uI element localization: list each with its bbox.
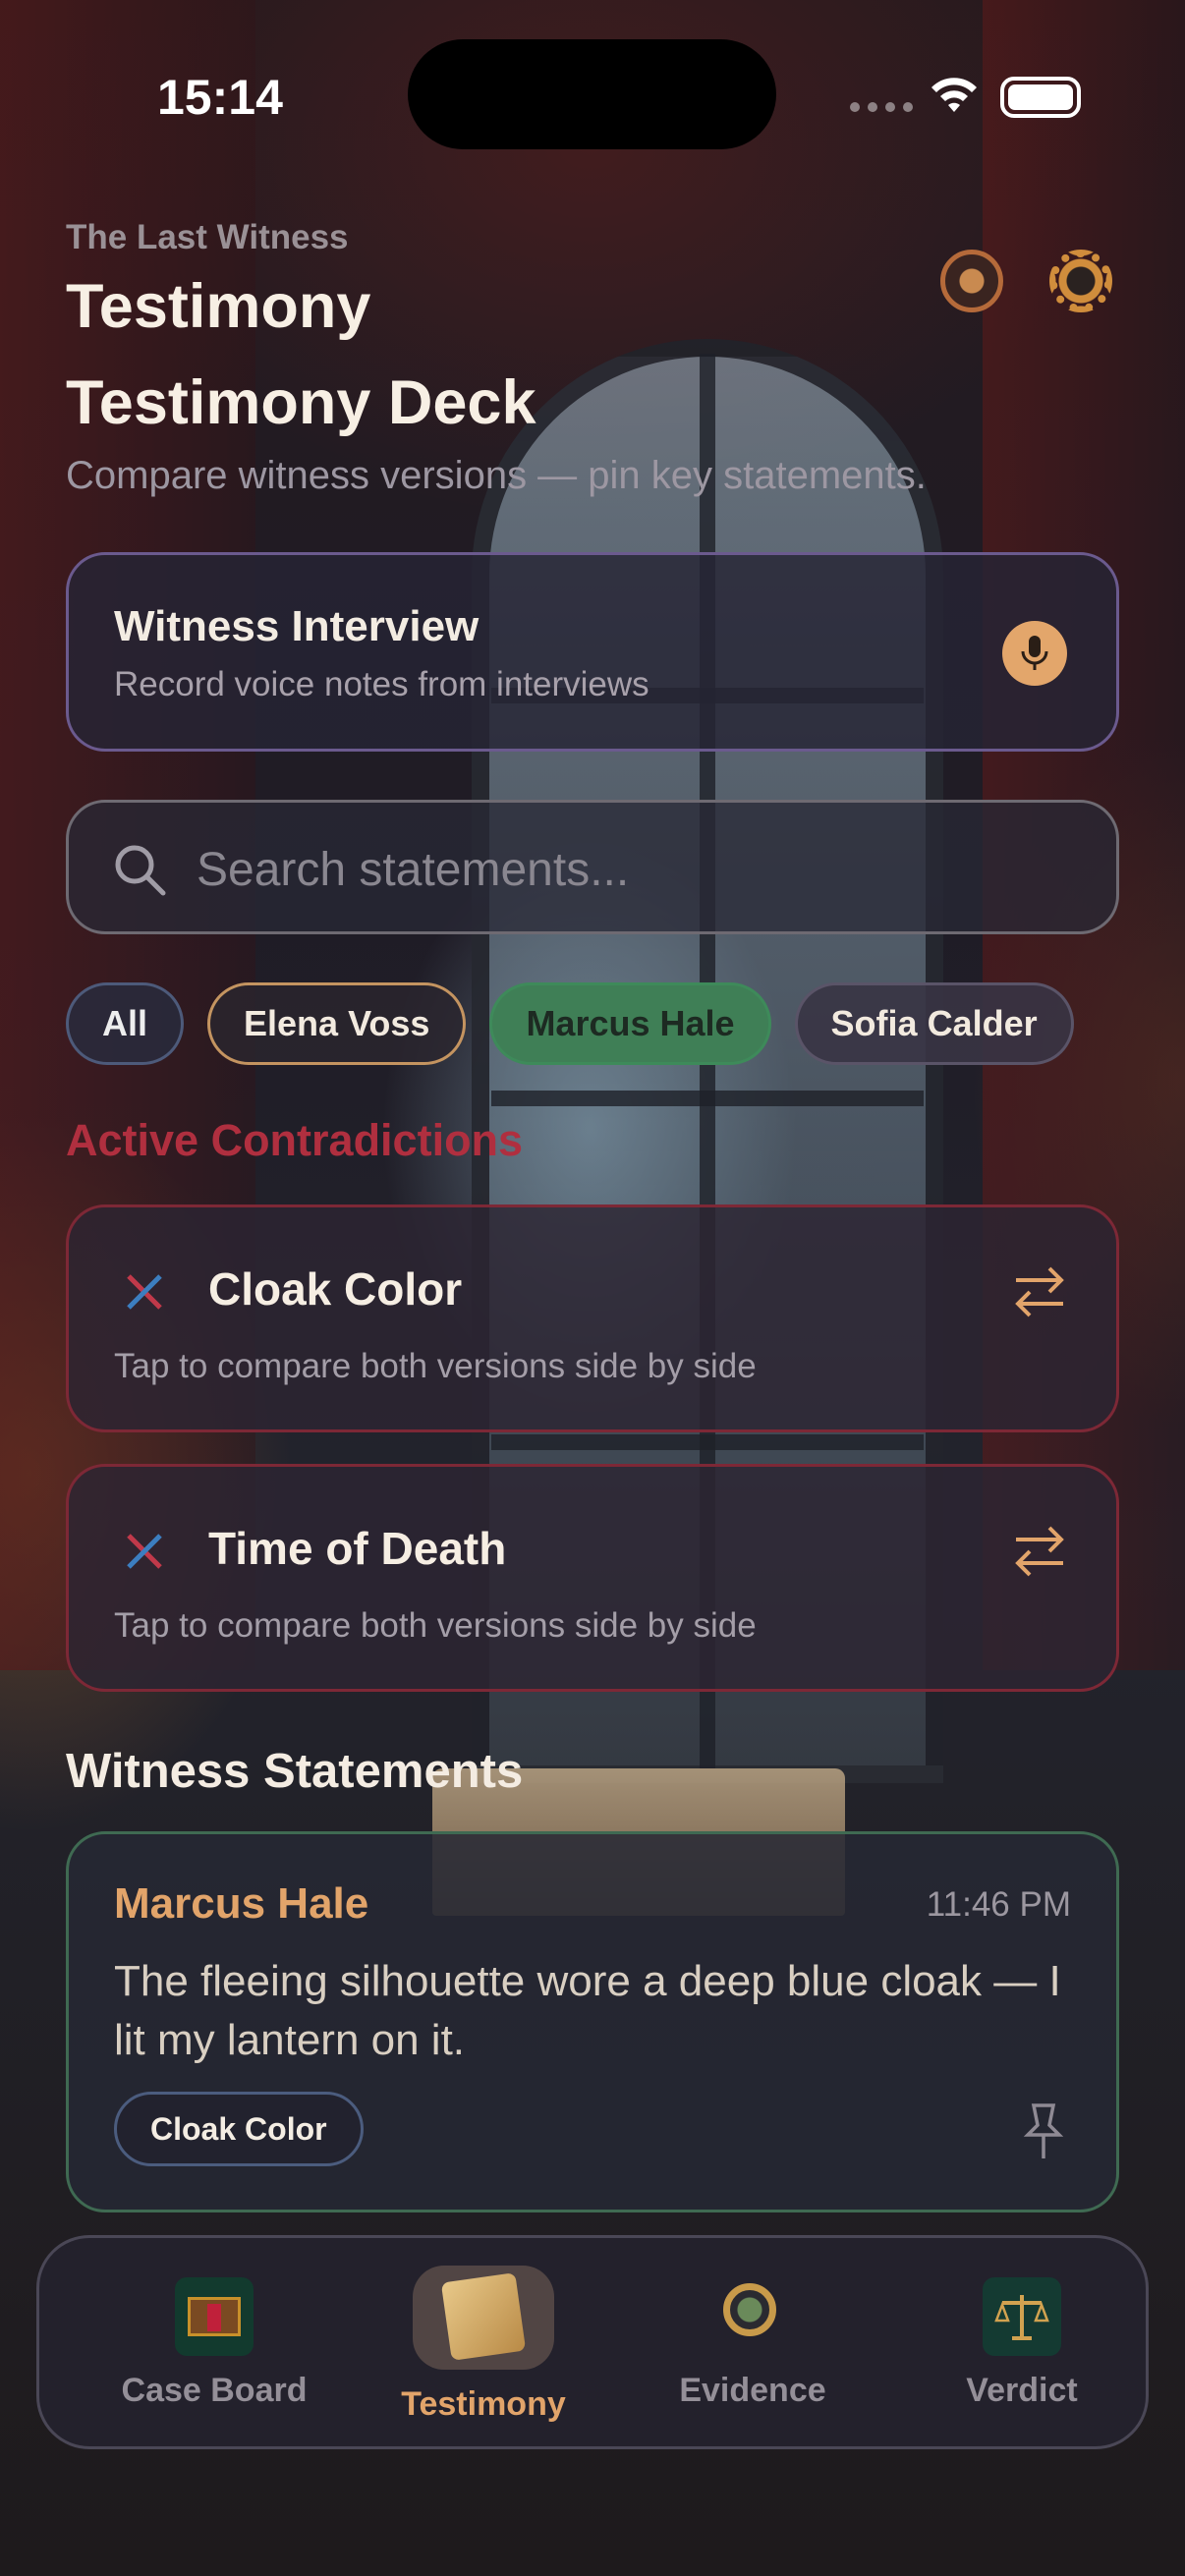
statement-witness: Marcus Hale [114, 1879, 369, 1928]
contradiction-card[interactable]: Cloak Color Tap to compare both versions… [66, 1204, 1119, 1432]
interview-title: Witness Interview [114, 602, 480, 650]
tab-verdict[interactable]: Verdict [894, 2238, 1150, 2452]
tab-label: Case Board [121, 2372, 308, 2409]
contradiction-hint: Tap to compare both versions side by sid… [114, 1347, 757, 1385]
case-board-icon [175, 2277, 254, 2356]
contradictions-heading: Active Contradictions [66, 1115, 524, 1165]
status-bar: 15:14 [0, 0, 1185, 187]
contradiction-hint: Tap to compare both versions side by sid… [114, 1606, 757, 1645]
battery-icon [1000, 77, 1081, 118]
tab-label: Verdict [966, 2372, 1078, 2409]
page-description: Compare witness versions — pin key state… [66, 454, 927, 497]
status-time: 15:14 [157, 70, 283, 125]
tab-label: Testimony [401, 2385, 566, 2423]
witness-filter-chips: All Elena Voss Marcus Hale Sofia Calder [66, 982, 1074, 1065]
search-input[interactable] [197, 832, 1061, 907]
crossed-swords-icon [127, 1274, 162, 1310]
statement-text: The fleeing silhouette wore a deep blue … [114, 1957, 1061, 2064]
microphone-icon[interactable] [1002, 621, 1067, 686]
filter-chip-all[interactable]: All [66, 982, 185, 1065]
filter-chip-marcus-hale[interactable]: Marcus Hale [489, 982, 771, 1065]
app-name: The Last Witness [66, 218, 349, 256]
scales-icon [983, 2277, 1061, 2356]
statements-heading: Witness Statements [66, 1745, 524, 1798]
statement-time: 11:46 PM [926, 1885, 1071, 1924]
pin-icon[interactable] [1022, 2101, 1065, 2160]
contradiction-title: Time of Death [208, 1523, 507, 1574]
dynamic-island [408, 39, 776, 149]
search-bar[interactable] [66, 800, 1119, 934]
contradiction-title: Cloak Color [208, 1263, 463, 1315]
statement-card[interactable]: Marcus Hale 11:46 PM The fleeing silhoue… [66, 1831, 1119, 2212]
magnifying-glass-icon [723, 2283, 776, 2336]
compare-arrows-icon[interactable] [1012, 1520, 1067, 1583]
tab-bar: Case Board Testimony Evidence Verdict [36, 2235, 1149, 2449]
helm-icon[interactable] [940, 250, 1003, 312]
interview-subtitle: Record voice notes from interviews [114, 665, 649, 703]
filter-chip-elena-voss[interactable]: Elena Voss [207, 982, 467, 1065]
search-icon [115, 845, 166, 896]
tab-label: Evidence [679, 2372, 826, 2409]
filter-chip-sofia-calder[interactable]: Sofia Calder [794, 982, 1074, 1065]
statement-tag[interactable]: Cloak Color [114, 2092, 364, 2166]
scroll-quill-icon [440, 2272, 527, 2361]
cellular-icon [850, 102, 913, 112]
tab-evidence[interactable]: Evidence [625, 2238, 880, 2452]
page-title: Testimony [66, 272, 371, 341]
gear-icon[interactable] [1049, 250, 1112, 312]
crossed-swords-icon [127, 1534, 162, 1569]
contradiction-card[interactable]: Time of Death Tap to compare both versio… [66, 1464, 1119, 1692]
section-title: Testimony Deck [66, 368, 536, 437]
wifi-icon [931, 78, 977, 112]
tab-testimony[interactable]: Testimony [356, 2238, 611, 2452]
compare-arrows-icon[interactable] [1012, 1260, 1067, 1323]
tab-case-board[interactable]: Case Board [86, 2238, 342, 2452]
witness-interview-card[interactable]: Witness Interview Record voice notes fro… [66, 552, 1119, 752]
